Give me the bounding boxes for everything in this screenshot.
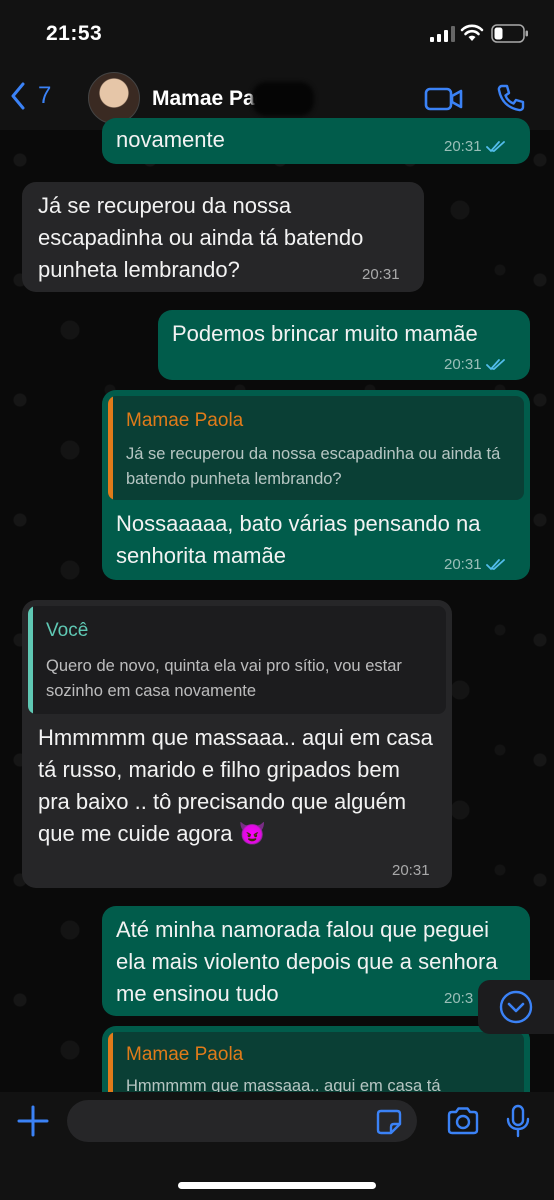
quote-author: Você — [46, 620, 89, 641]
message-time: 20:31 — [444, 356, 482, 373]
redaction-scribble — [252, 82, 314, 116]
chevron-left-icon — [11, 82, 25, 110]
quote-author: Mamae Paola — [126, 410, 244, 431]
message-text: novamente — [116, 127, 225, 152]
quote-accent-bar — [108, 1032, 113, 1092]
battery-icon — [491, 24, 528, 43]
status-time: 21:53 — [46, 22, 103, 45]
message-time: 20:31 — [392, 862, 430, 879]
home-indicator — [178, 1182, 376, 1189]
message-input[interactable] — [67, 1100, 417, 1142]
sticker-icon[interactable] — [375, 1108, 403, 1136]
message-bubble-outgoing[interactable]: Até minha namorada falou que peguei ela … — [102, 906, 530, 1016]
message-bubble-outgoing[interactable]: Mamae Paola Já se recuperou da nossa esc… — [102, 390, 530, 580]
plus-icon[interactable] — [16, 1104, 50, 1138]
video-camera-icon[interactable] — [424, 86, 464, 112]
double-check-icon — [485, 140, 505, 152]
message-text: Já se recuperou da nossa escapadinha ou … — [38, 193, 364, 282]
microphone-icon[interactable] — [506, 1104, 530, 1138]
double-check-icon — [485, 358, 505, 370]
back-button[interactable]: 7 — [10, 82, 51, 110]
quoted-message[interactable]: Você Quero de novo, quinta ela vai pro s… — [28, 606, 446, 714]
quote-text: Quero de novo, quinta ela vai pro sítio,… — [46, 657, 402, 700]
quote-accent-bar — [108, 396, 113, 500]
composer-bar — [0, 1092, 554, 1200]
message-bubble-outgoing[interactable]: novamente 20:31 — [102, 118, 530, 164]
wifi-icon — [460, 24, 484, 41]
message-time: 20:31 — [362, 266, 400, 283]
message-text: Hmmmmm que massaaa.. aqui em casa tá rus… — [38, 725, 433, 846]
avatar[interactable] — [88, 72, 140, 124]
quote-text: Hmmmmm que massaaa.. aqui em casa tá — [126, 1077, 441, 1092]
message-bubble-outgoing[interactable]: Podemos brincar muito mamãe 20:31 — [158, 310, 530, 380]
camera-icon[interactable] — [446, 1106, 480, 1136]
message-meta: 20:31 — [444, 138, 506, 155]
phone-icon[interactable] — [496, 83, 526, 113]
double-check-icon — [485, 558, 505, 570]
message-time: 20:31 — [444, 556, 482, 573]
message-meta: 20:31 — [444, 356, 506, 373]
message-time: 20:31 — [444, 138, 482, 155]
status-bar: 21:53 — [0, 0, 554, 66]
scroll-to-bottom-button[interactable] — [478, 980, 554, 1034]
quoted-message[interactable]: Mamae Paola Hmmmmm que massaaa.. aqui em… — [108, 1032, 524, 1092]
message-time: 20:3 — [444, 990, 474, 1007]
message-text: Podemos brincar muito mamãe — [172, 321, 478, 346]
quoted-message[interactable]: Mamae Paola Já se recuperou da nossa esc… — [108, 396, 524, 500]
chevron-down-icon — [499, 990, 533, 1024]
quote-accent-bar — [28, 606, 33, 714]
message-meta: 20:31 — [444, 556, 506, 573]
unread-count: 7 — [38, 82, 52, 109]
message-bubble-incoming[interactable]: Já se recuperou da nossa escapadinha ou … — [22, 182, 424, 292]
quote-text: Já se recuperou da nossa escapadinha ou … — [126, 445, 501, 488]
quote-author: Mamae Paola — [126, 1044, 244, 1065]
message-bubble-outgoing[interactable]: Mamae Paola Hmmmmm que massaaa.. aqui em… — [102, 1026, 530, 1092]
signal-icon — [430, 26, 455, 42]
message-bubble-incoming[interactable]: Você Quero de novo, quinta ela vai pro s… — [22, 600, 452, 888]
